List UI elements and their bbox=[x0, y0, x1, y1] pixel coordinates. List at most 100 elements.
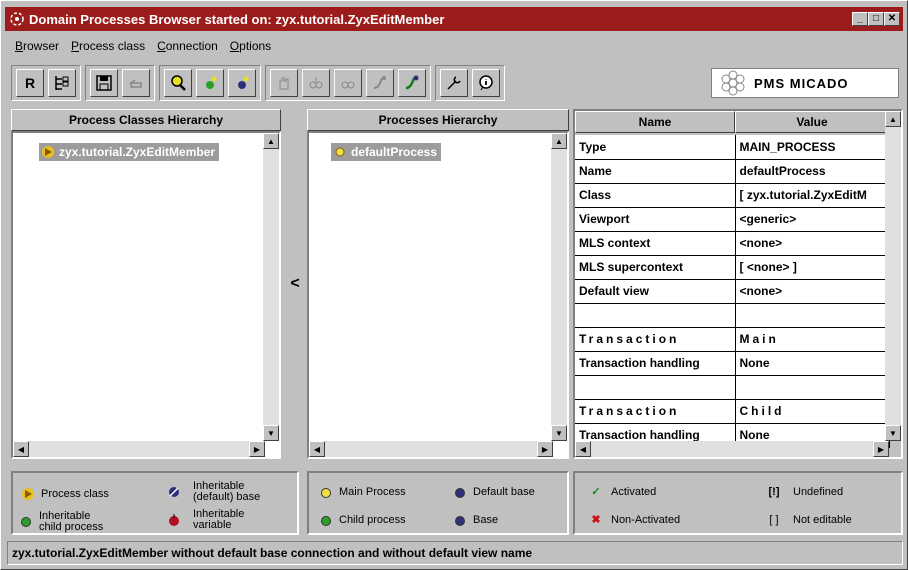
property-value[interactable]: <none> bbox=[735, 231, 890, 256]
tree-item-zyx-edit-member[interactable]: zyx.tutorial.ZyxEditMember bbox=[39, 143, 220, 161]
close-button[interactable]: ✕ bbox=[884, 12, 900, 26]
connect-icon[interactable] bbox=[398, 69, 426, 97]
menu-process-class[interactable]: Process class bbox=[71, 39, 145, 53]
property-row[interactable]: MLS supercontext[ <none> ] bbox=[575, 255, 890, 280]
menu-browser[interactable]: Browser bbox=[15, 39, 59, 53]
not-editable-icon: [ ] bbox=[769, 514, 779, 526]
minimize-button[interactable]: _ bbox=[852, 12, 868, 26]
link-icon[interactable] bbox=[302, 69, 330, 97]
unlink-icon[interactable] bbox=[334, 69, 362, 97]
property-value[interactable] bbox=[735, 303, 890, 328]
default-base-icon bbox=[455, 487, 465, 498]
connect-disabled-icon[interactable] bbox=[366, 69, 394, 97]
property-value[interactable]: <generic> bbox=[735, 207, 890, 232]
middle-vscroll[interactable]: ▲ ▼ bbox=[551, 133, 567, 441]
property-row[interactable] bbox=[575, 303, 890, 328]
property-name bbox=[575, 375, 736, 400]
property-value[interactable]: Child bbox=[735, 399, 890, 424]
property-row[interactable]: Transaction Child bbox=[575, 399, 890, 424]
property-row[interactable]: Class[ zyx.tutorial.ZyxEditM bbox=[575, 183, 890, 208]
maximize-button[interactable]: □ bbox=[868, 12, 884, 26]
property-name: Type bbox=[575, 135, 736, 160]
property-value[interactable]: <none> bbox=[735, 279, 890, 304]
main-process-icon bbox=[335, 147, 345, 157]
tools-icon[interactable] bbox=[440, 69, 468, 97]
child-process-icon bbox=[321, 515, 331, 526]
middle-hscroll[interactable]: ◀ ▶ bbox=[309, 441, 553, 457]
legend-child-process: Child process bbox=[321, 515, 406, 526]
legend-not-editable: [ ] Not editable bbox=[763, 514, 851, 526]
property-value[interactable]: defaultProcess bbox=[735, 159, 890, 184]
main-process-icon bbox=[321, 487, 331, 498]
processes-tree[interactable]: defaultProcess ▲ ▼ ◀ ▶ bbox=[307, 131, 569, 459]
property-row[interactable]: MLS context <none> bbox=[575, 231, 890, 256]
property-row[interactable]: Name defaultProcess bbox=[575, 159, 890, 184]
legend-non-activated: ✖ Non-Activated bbox=[589, 515, 680, 526]
scroll-down-icon[interactable]: ▼ bbox=[551, 425, 567, 441]
scroll-right-icon[interactable]: ▶ bbox=[249, 441, 265, 457]
props-vscroll[interactable]: ▲ ▼ bbox=[885, 111, 901, 441]
scroll-right-icon[interactable]: ▶ bbox=[873, 441, 889, 457]
legend-middle: Main Process Child process Default base … bbox=[307, 471, 569, 535]
property-row[interactable]: Transaction handling None bbox=[575, 351, 890, 376]
scroll-left-icon[interactable]: ◀ bbox=[13, 441, 29, 457]
scroll-up-icon[interactable]: ▲ bbox=[263, 133, 279, 149]
property-row[interactable]: Type MAIN_PROCESS bbox=[575, 135, 890, 160]
menu-connection[interactable]: Connection bbox=[157, 39, 218, 53]
scroll-right-icon[interactable]: ▶ bbox=[537, 441, 553, 457]
inheritable-variable-icon bbox=[169, 514, 179, 526]
property-name: Name bbox=[575, 159, 736, 184]
cross-icon: ✖ bbox=[591, 514, 601, 526]
property-value[interactable]: [ zyx.tutorial.ZyxEditM bbox=[735, 183, 890, 208]
hand-icon[interactable] bbox=[270, 69, 298, 97]
props-hscroll[interactable]: ◀ ▶ bbox=[575, 441, 889, 457]
legend-inheritable-child: Inheritable child process bbox=[21, 511, 103, 533]
property-value[interactable]: [ <none> ] bbox=[735, 255, 890, 280]
scroll-up-icon[interactable]: ▲ bbox=[551, 133, 567, 149]
inheritable-base-icon bbox=[169, 487, 179, 497]
process-classes-header: Process Classes Hierarchy bbox=[11, 109, 281, 131]
left-hscroll[interactable]: ◀ ▶ bbox=[13, 441, 265, 457]
app-logo-icon bbox=[10, 12, 24, 26]
title-bar[interactable]: Domain Processes Browser started on: zyx… bbox=[5, 7, 903, 31]
col-header-value[interactable]: Value bbox=[735, 111, 889, 133]
property-value[interactable]: MAIN_PROCESS bbox=[735, 135, 890, 160]
col-header-name[interactable]: Name bbox=[575, 111, 735, 133]
property-value[interactable] bbox=[735, 375, 890, 400]
left-vscroll[interactable]: ▲ ▼ bbox=[263, 133, 279, 441]
base-icon bbox=[455, 515, 465, 526]
search-icon[interactable] bbox=[164, 69, 192, 97]
r-button[interactable]: R bbox=[16, 69, 44, 97]
scroll-left-icon[interactable]: ◀ bbox=[575, 441, 591, 457]
process-classes-tree[interactable]: zyx.tutorial.ZyxEditMember ▲ ▼ ◀ ▶ bbox=[11, 131, 281, 459]
property-row[interactable]: Default view <none> bbox=[575, 279, 890, 304]
processes-header: Processes Hierarchy bbox=[307, 109, 569, 131]
property-value[interactable]: None bbox=[735, 351, 890, 376]
save-icon[interactable] bbox=[90, 69, 118, 97]
brand-text: PMS MICADO bbox=[754, 75, 849, 91]
legend-main-process: Main Process bbox=[321, 487, 406, 498]
property-name bbox=[575, 303, 736, 328]
property-row[interactable]: Viewport <generic> bbox=[575, 207, 890, 232]
menu-options[interactable]: Options bbox=[230, 39, 271, 53]
legend-process-class: Process class bbox=[21, 487, 109, 501]
property-value[interactable]: Main bbox=[735, 327, 890, 352]
undo-icon[interactable] bbox=[122, 69, 150, 97]
scroll-left-icon[interactable]: ◀ bbox=[309, 441, 325, 457]
info-icon[interactable] bbox=[472, 69, 500, 97]
add-child-icon[interactable] bbox=[196, 69, 224, 97]
process-class-icon bbox=[22, 488, 34, 500]
legend-undefined: [!] Undefined bbox=[763, 487, 844, 498]
tree-view-icon[interactable] bbox=[48, 69, 76, 97]
collapse-panel-button[interactable]: < bbox=[285, 109, 305, 459]
property-row[interactable] bbox=[575, 375, 890, 400]
scroll-up-icon[interactable]: ▲ bbox=[885, 111, 901, 127]
property-name: Viewport bbox=[575, 207, 736, 232]
scroll-down-icon[interactable]: ▼ bbox=[263, 425, 279, 441]
property-row[interactable]: Transaction Main bbox=[575, 327, 890, 352]
legend-activated: ✓ Activated bbox=[589, 487, 656, 498]
tree-item-default-process[interactable]: defaultProcess bbox=[331, 143, 442, 161]
brand-logo: PMS MICADO bbox=[711, 68, 899, 98]
scroll-down-icon[interactable]: ▼ bbox=[885, 425, 901, 441]
add-base-icon[interactable] bbox=[228, 69, 256, 97]
